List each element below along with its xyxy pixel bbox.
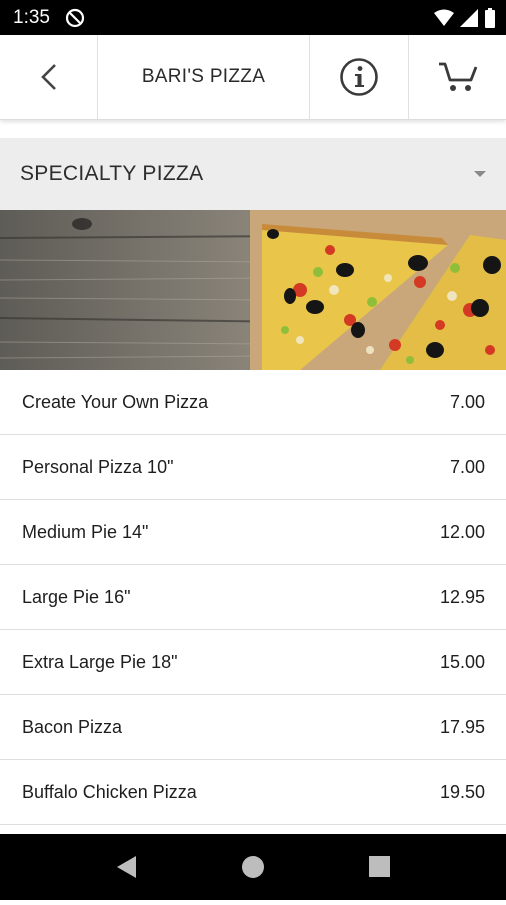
category-banner-image [0, 210, 506, 370]
chevron-down-icon [474, 171, 486, 177]
info-icon [340, 58, 378, 96]
category-dropdown[interactable]: SPECIALTY PIZZA [0, 138, 506, 210]
nav-back-icon[interactable] [117, 856, 136, 878]
menu-item-name: Personal Pizza 10" [22, 456, 174, 477]
app-header: BARI'S PIZZA [0, 35, 506, 120]
category-label: SPECIALTY PIZZA [20, 162, 204, 185]
status-bar: 1:35 [0, 0, 506, 35]
wifi-icon [434, 9, 454, 26]
menu-item-row[interactable]: Create Your Own Pizza 7.00 [0, 370, 506, 435]
cart-icon [438, 62, 477, 91]
back-button[interactable] [0, 35, 98, 119]
menu-item-name: Large Pie 16" [22, 586, 131, 607]
cart-button[interactable] [409, 35, 506, 119]
nav-home-icon[interactable] [242, 856, 264, 878]
menu-item-name: Bacon Pizza [22, 716, 123, 737]
menu-item-name: Buffalo Chicken Pizza [22, 781, 197, 802]
menu-item-price: 19.50 [439, 781, 485, 802]
menu-item-row[interactable]: Personal Pizza 10" 7.00 [0, 435, 506, 500]
menu-item-list: Create Your Own Pizza 7.00 Personal Pizz… [0, 370, 506, 825]
menu-item-name: Extra Large Pie 18" [22, 651, 178, 672]
status-time: 1:35 [13, 7, 50, 28]
menu-item-price: 15.00 [439, 651, 485, 672]
menu-item-row[interactable]: Bacon Pizza 17.95 [0, 695, 506, 760]
menu-item-row[interactable]: Large Pie 16" 12.95 [0, 565, 506, 630]
menu-item-price: 7.00 [449, 456, 485, 477]
back-arrow-icon [40, 64, 56, 90]
menu-item-price: 7.00 [449, 391, 485, 412]
menu-item-row[interactable]: Extra Large Pie 18" 15.00 [0, 630, 506, 695]
menu-item-price: 17.95 [439, 716, 485, 737]
battery-icon [485, 8, 495, 28]
menu-item-row[interactable]: Medium Pie 14" 12.00 [0, 500, 506, 565]
page-title: BARI'S PIZZA [98, 35, 310, 119]
info-button[interactable] [310, 35, 409, 119]
at-sign-icon [65, 8, 85, 28]
menu-item-row[interactable]: Buffalo Chicken Pizza 19.50 [0, 760, 506, 825]
menu-item-price: 12.95 [439, 586, 485, 607]
menu-item-name: Create Your Own Pizza [22, 391, 209, 412]
system-nav-bar [0, 834, 506, 900]
signal-icon [460, 9, 478, 27]
menu-item-price: 12.00 [439, 521, 485, 542]
nav-recents-icon[interactable] [369, 856, 390, 877]
menu-item-name: Medium Pie 14" [22, 521, 149, 542]
